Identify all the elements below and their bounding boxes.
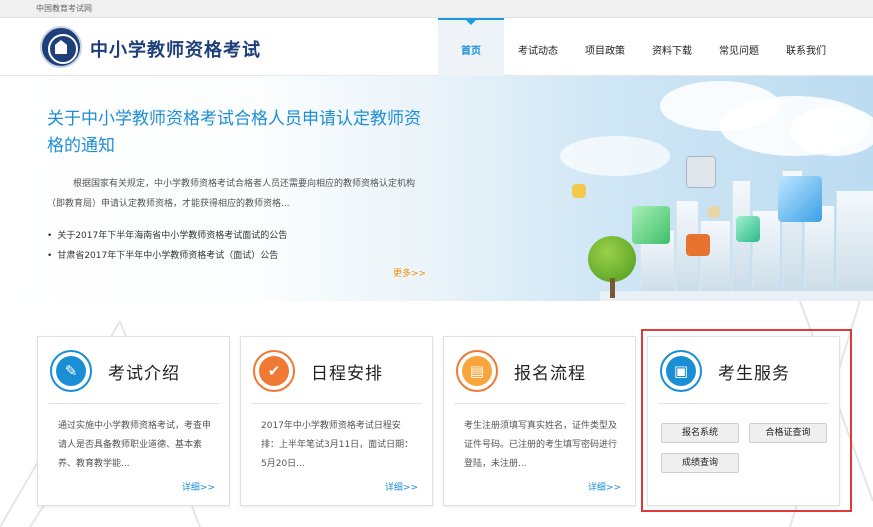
news-item[interactable]: 关于2017年下半年海南省中小学教师资格考试面试的公告 [47, 226, 287, 246]
nav-exam-news[interactable]: 考试动态 [504, 18, 572, 76]
tree-icon [588, 236, 636, 282]
main-nav: 首页 考试动态 项目政策 资料下载 常见问题 联系我们 [438, 18, 840, 76]
card-icon-wrapper: ✎ [50, 350, 92, 392]
hero-banner: 关于中小学教师资格考试合格人员申请认定教师资格的通知 根据国家有关规定，中小学教… [0, 76, 873, 301]
card-icon-wrapper: ✔ [253, 350, 295, 392]
news-item[interactable]: 甘肃省2017年下半年中小学教师资格考试（面试）公告 [47, 246, 287, 266]
card-title: 考试介绍 [108, 364, 180, 384]
registration-form-icon: ▤ [462, 356, 492, 386]
card-title: 报名流程 [514, 364, 586, 384]
banner-title[interactable]: 关于中小学教师资格考试合格人员申请认定教师资格的通知 [47, 106, 427, 160]
cube-icon [686, 156, 716, 188]
building-shape [700, 221, 730, 301]
banner-description: 根据国家有关规定，中小学教师资格考试合格者人员还需要向相应的教师资格认定机构（即… [47, 179, 416, 209]
card-more-link[interactable]: 详细>> [182, 480, 215, 493]
cube-icon [736, 216, 760, 242]
card-more-link[interactable]: 详细>> [588, 480, 621, 493]
building-shape [836, 191, 873, 301]
site-title[interactable]: 中小学教师资格考试 [90, 36, 261, 62]
card-exam-intro[interactable]: ✎ 考试介绍 通过实施中小学教师资格考试，考查申请人是否具备教师职业道德、基本素… [37, 336, 230, 506]
top-bar: 中国教育考试网 [0, 0, 873, 18]
cloud-shape [560, 136, 670, 176]
top-site-name[interactable]: 中国教育考试网 [36, 3, 92, 14]
card-text: 考生注册须填写真实姓名，证件类型及证件号码。已注册的考生填写密码进行登陆，未注册… [464, 421, 618, 469]
card-more-link[interactable]: 详细>> [385, 480, 418, 493]
card-registration[interactable]: ▤ 报名流程 考生注册须填写真实姓名，证件类型及证件号码。已注册的考生填写密码进… [443, 336, 636, 506]
site-logo-icon[interactable] [40, 26, 82, 68]
cube-icon [572, 184, 586, 198]
tree-trunk [610, 278, 615, 298]
card-divider [454, 403, 625, 404]
document-edit-icon: ✎ [56, 356, 86, 386]
nav-downloads[interactable]: 资料下载 [638, 18, 706, 76]
ground-shape [600, 291, 873, 301]
cube-icon [632, 206, 670, 244]
header: 中小学教师资格考试 首页 考试动态 项目政策 资料下载 常见问题 联系我们 [0, 18, 873, 76]
highlight-box [641, 329, 852, 512]
nav-home[interactable]: 首页 [438, 18, 504, 76]
banner-more-link[interactable]: 更多>> [393, 266, 426, 279]
checkmark-icon: ✔ [259, 356, 289, 386]
nav-faq[interactable]: 常见问题 [706, 18, 772, 76]
cloud-shape [790, 106, 873, 156]
card-divider [48, 403, 219, 404]
cube-icon [686, 234, 710, 256]
card-title: 日程安排 [311, 364, 383, 384]
cube-icon [778, 176, 822, 222]
card-icon-wrapper: ▤ [456, 350, 498, 392]
banner-news-list: 关于2017年下半年海南省中小学教师资格考试面试的公告 甘肃省2017年下半年中… [47, 226, 287, 266]
card-text: 2017年中小学教师资格考试日程安排：上半年笔试3月11日，面试日期：5月20日… [261, 421, 414, 469]
card-divider [251, 403, 422, 404]
quick-links-section: ✎ 考试介绍 通过实施中小学教师资格考试，考查申请人是否具备教师职业道德、基本素… [0, 301, 873, 527]
card-schedule[interactable]: ✔ 日程安排 2017年中小学教师资格考试日程安排：上半年笔试3月11日，面试日… [240, 336, 433, 506]
card-text: 通过实施中小学教师资格考试，考查申请人是否具备教师职业道德、基本素养、教育教学能… [58, 421, 212, 469]
cube-icon [708, 206, 720, 218]
nav-policy[interactable]: 项目政策 [572, 18, 638, 76]
nav-contact[interactable]: 联系我们 [772, 18, 840, 76]
